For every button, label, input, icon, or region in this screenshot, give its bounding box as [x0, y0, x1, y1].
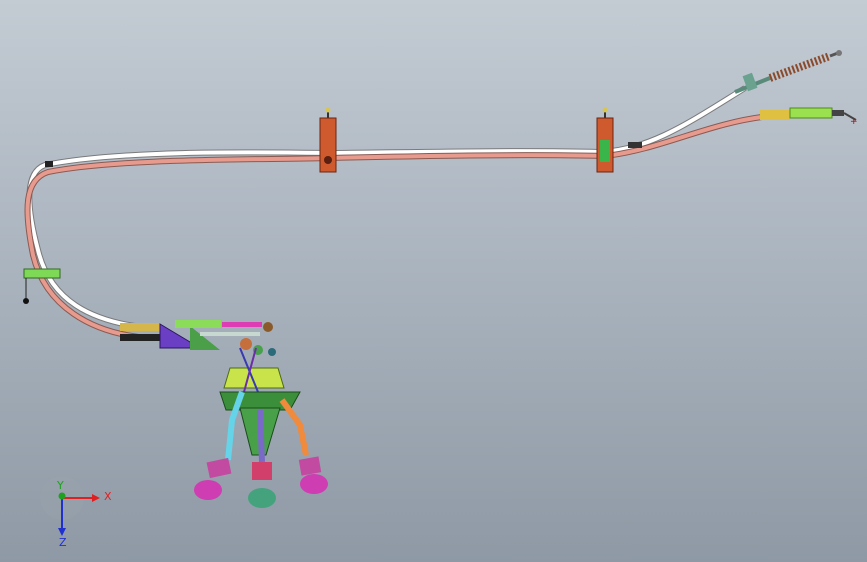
shifter-linkage[interactable] [120, 320, 276, 356]
z-axis-label: Z [59, 536, 67, 549]
shifter-leg-left[interactable] [194, 390, 245, 500]
svg-text:+: + [850, 117, 858, 127]
y-axis-label: Y [56, 479, 64, 492]
cable-tie-marker[interactable] [45, 161, 53, 167]
cable-assembly-model[interactable]: + X Y Z [0, 0, 867, 562]
shift-cable-damper-end[interactable]: + [760, 107, 858, 127]
select-cable-outline [26, 85, 747, 331]
cable-clamp-2[interactable] [596, 107, 642, 173]
shifter-leg-right[interactable] [279, 398, 328, 494]
y-axis-dot [58, 492, 66, 500]
axis-triad[interactable]: X Y Z [40, 476, 112, 549]
select-cable-white [27, 86, 747, 330]
select-cable-spring-end[interactable] [734, 50, 842, 94]
cad-viewport[interactable]: + X Y Z [0, 0, 867, 562]
cable-clamp-1[interactable] [319, 107, 337, 173]
shift-cable-assembly[interactable] [24, 85, 771, 341]
x-axis-label: X [104, 490, 112, 503]
